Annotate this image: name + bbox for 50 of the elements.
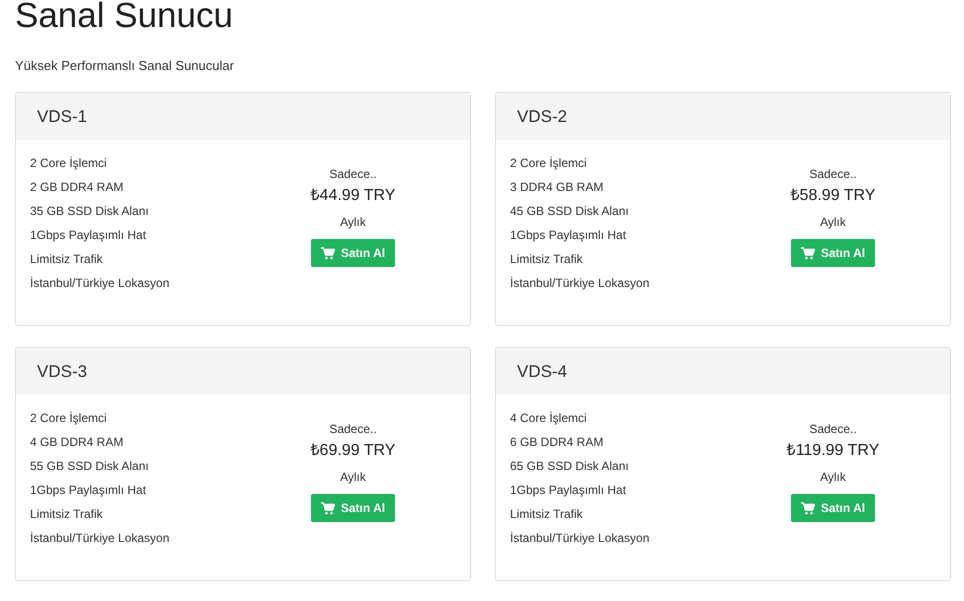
plan-feature: Limitsiz Trafik <box>510 506 584 523</box>
plan-feature: Limitsiz Trafik <box>510 251 584 268</box>
plan-feature: 2 Core İşlemci <box>30 410 108 427</box>
plan-feature: 55 GB SSD Disk Alanı <box>30 458 150 475</box>
plan-feature: 1Gbps Paylaşımlı Hat <box>510 482 628 499</box>
cart-icon <box>320 502 335 514</box>
plan-feature: Limitsiz Trafik <box>30 506 104 523</box>
plan-name: VDS-4 <box>517 362 568 382</box>
plan-feature: 1Gbps Paylaşımlı Hat <box>30 482 148 499</box>
plan-price: ₺69.99 TRY <box>310 441 396 461</box>
plan-feature: İstanbul/Türkiye Lokasyon <box>30 275 170 292</box>
plan-name: VDS-3 <box>37 362 88 382</box>
buy-button[interactable]: Satın Al <box>790 494 876 522</box>
page-subtitle: Yüksek Performanslı Sanal Sunucular <box>15 58 235 74</box>
plan-price: ₺58.99 TRY <box>790 186 876 206</box>
billing-period: Aylık <box>820 214 846 231</box>
plan-price: ₺119.99 TRY <box>786 441 880 461</box>
plan-feature: 3 DDR4 GB RAM <box>510 179 604 196</box>
plan-feature: 65 GB SSD Disk Alanı <box>510 458 630 475</box>
plan-feature: 45 GB SSD Disk Alanı <box>510 203 630 220</box>
plan-name: VDS-2 <box>517 106 568 126</box>
page-title: Sanal Sunucu <box>15 0 234 37</box>
price-note: Sadece.. <box>809 166 857 183</box>
buy-button[interactable]: Satın Al <box>790 239 876 267</box>
plan-feature: İstanbul/Türkiye Lokasyon <box>30 530 170 547</box>
plan-feature: 6 GB DDR4 RAM <box>510 434 604 451</box>
plan-feature: Limitsiz Trafik <box>30 251 104 268</box>
price-note: Sadece.. <box>809 421 857 438</box>
plan-feature: 35 GB SSD Disk Alanı <box>30 203 150 220</box>
billing-period: Aylık <box>820 469 846 486</box>
buy-button[interactable]: Satın Al <box>310 239 396 267</box>
buy-button[interactable]: Satın Al <box>310 494 396 522</box>
plan-feature: 1Gbps Paylaşımlı Hat <box>510 227 628 244</box>
billing-period: Aylık <box>340 214 366 231</box>
plan-feature: 2 GB DDR4 RAM <box>30 179 124 196</box>
cart-icon <box>800 502 815 514</box>
price-note: Sadece.. <box>329 166 377 183</box>
plan-price: ₺44.99 TRY <box>310 186 396 206</box>
price-note: Sadece.. <box>329 421 377 438</box>
cart-icon <box>800 246 815 260</box>
plan-feature: 2 Core İşlemci <box>510 155 588 172</box>
plan-feature: 4 GB DDR4 RAM <box>30 434 124 451</box>
cart-icon <box>320 246 335 260</box>
billing-period: Aylık <box>340 469 366 486</box>
plan-feature: 1Gbps Paylaşımlı Hat <box>30 227 148 244</box>
plan-name: VDS-1 <box>37 106 88 126</box>
plan-feature: 2 Core İşlemci <box>30 155 108 172</box>
plan-feature: İstanbul/Türkiye Lokasyon <box>510 530 650 547</box>
plan-feature: İstanbul/Türkiye Lokasyon <box>510 275 650 292</box>
plan-feature: 4 Core İşlemci <box>510 410 588 427</box>
